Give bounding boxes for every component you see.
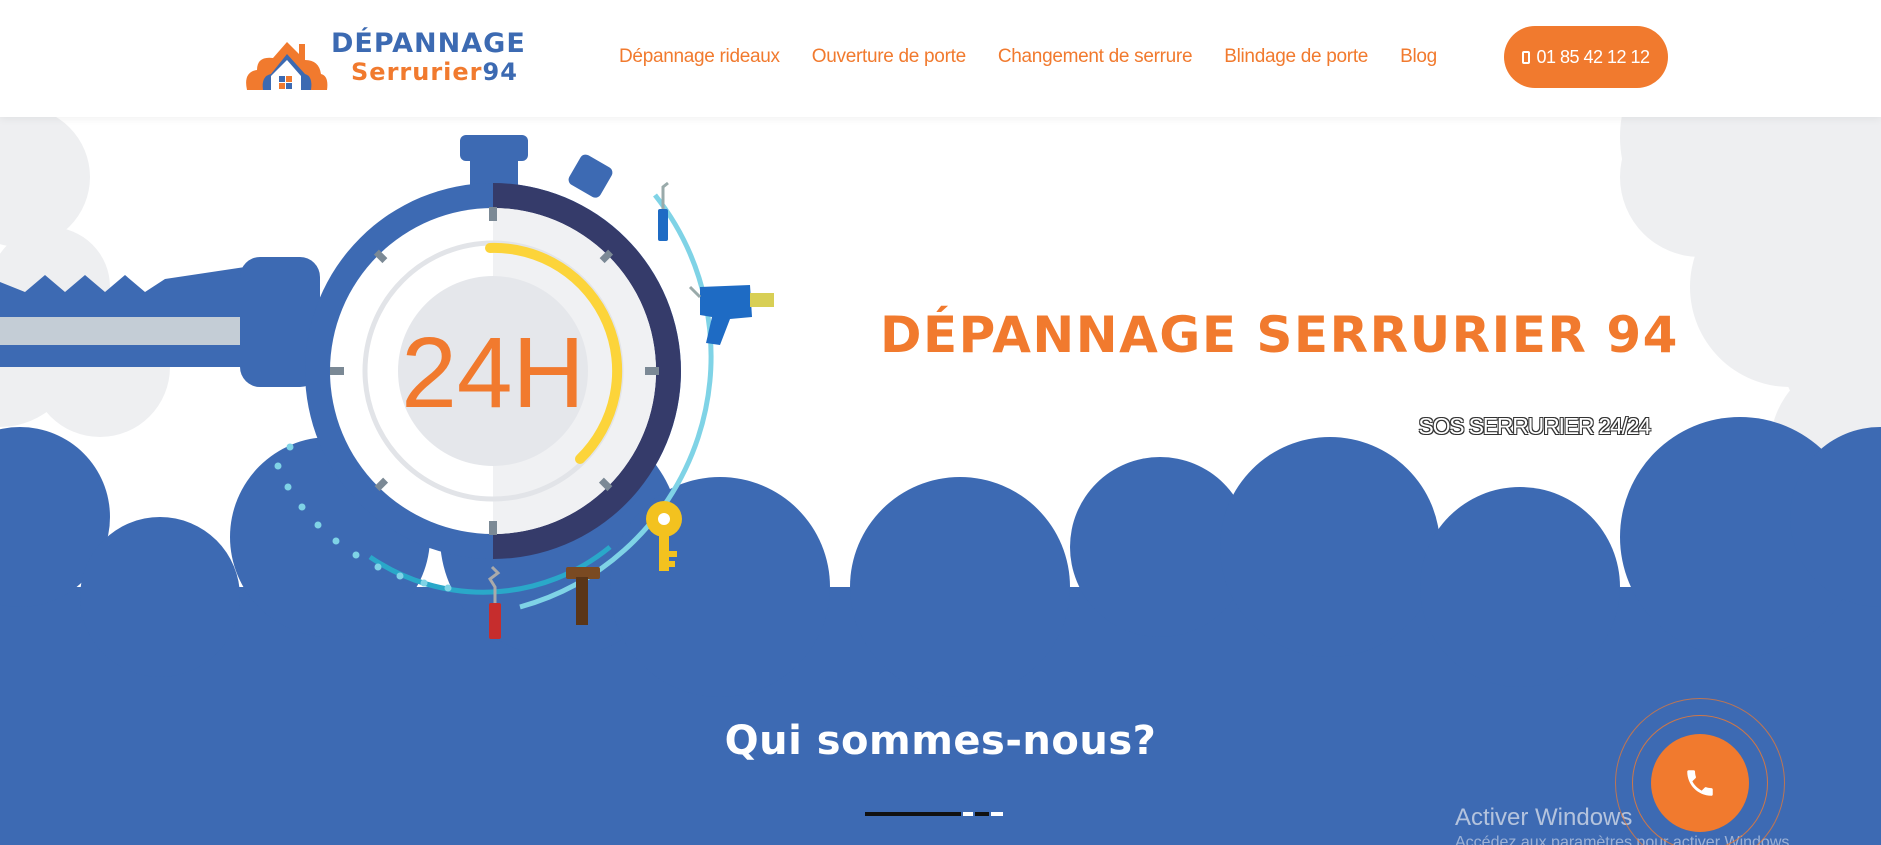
hero-title: DÉPANNAGE SERRURIER 94 — [880, 306, 1679, 364]
logo-text-line2: Serrurier94 — [351, 58, 518, 86]
nav-link-depannage-rideaux[interactable]: Dépannage rideaux — [619, 46, 780, 68]
logo-text-number: 94 — [482, 58, 518, 86]
nav-link-changement-de-serrure[interactable]: Changement de serrure — [998, 46, 1193, 68]
nav-link-ouverture-de-porte[interactable]: Ouverture de porte — [812, 46, 966, 68]
header-phone-label: 01 85 42 12 12 — [1536, 46, 1650, 67]
floating-call-widget — [1615, 698, 1785, 845]
about-section-title: Qui sommes-nous? — [724, 718, 1157, 764]
nav-link-blindage-de-porte[interactable]: Blindage de porte — [1224, 46, 1368, 68]
nav-link-blog[interactable]: Blog — [1400, 46, 1437, 68]
section-divider — [865, 812, 1007, 816]
site-header: DÉPANNAGE Serrurier94 Dépannage rideaux … — [0, 0, 1881, 117]
windows-activation-watermark: Activer Windows — [1455, 804, 1633, 831]
logo-text-serrurier: Serrurier — [351, 58, 483, 86]
header-phone-button[interactable]: 01 85 42 12 12 — [1504, 26, 1668, 88]
main-nav: Dépannage rideaux Ouverture de porte Cha… — [619, 46, 1469, 68]
phone-handset-icon — [1687, 770, 1713, 796]
hero-subtitle: SOS SERRURIER 24/24 — [1418, 413, 1651, 439]
clock-24h-text: 24H — [401, 317, 584, 429]
house-cloud-logo-icon — [246, 42, 328, 90]
mobile-phone-icon — [1522, 50, 1531, 64]
floating-call-button[interactable] — [1651, 734, 1749, 832]
site-logo[interactable]: DÉPANNAGE Serrurier94 — [243, 28, 526, 92]
blue-cloud-decoration — [0, 417, 1881, 845]
logo-text-line1: DÉPANNAGE — [331, 28, 526, 59]
